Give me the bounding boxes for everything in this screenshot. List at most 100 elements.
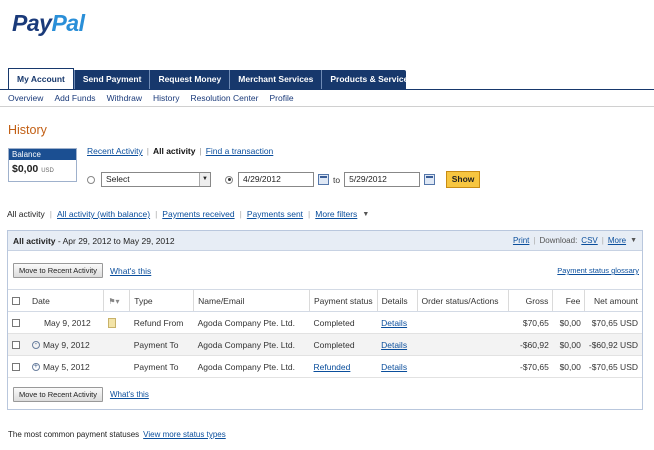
subnav-history[interactable]: History	[153, 93, 179, 103]
view-tabs: Recent Activity | All activity | Find a …	[87, 146, 274, 156]
tab-send-payment[interactable]: Send Payment	[73, 70, 150, 89]
whats-this-link[interactable]: What's this	[110, 266, 151, 276]
paypal-logo[interactable]: PayPal	[12, 10, 85, 37]
subnav-overview[interactable]: Overview	[8, 93, 43, 103]
row-net: $70,65 USD	[584, 311, 642, 334]
col-status[interactable]: Payment status	[309, 289, 378, 312]
balance-label: Balance	[9, 149, 76, 160]
subnav-profile[interactable]: Profile	[270, 93, 294, 103]
whats-this-link[interactable]: What's this	[110, 390, 149, 399]
filter-row: Select ▼ 4/29/2012 to 5/29/2012 Show	[87, 171, 481, 188]
chevron-down-icon[interactable]: ▼	[362, 211, 369, 218]
row-gross: -$70,65	[508, 355, 553, 378]
row-fee: $0,00	[552, 333, 585, 356]
row-checkbox[interactable]	[12, 363, 20, 372]
tab-products-services[interactable]: Products & Services	[321, 70, 421, 89]
row-fee: $0,00	[552, 355, 585, 378]
move-to-recent-button[interactable]: Move to Recent Activity	[13, 263, 103, 278]
table-header-row: Date ⚑▾ Type Name/Email Payment status D…	[8, 289, 642, 312]
chevron-down-icon[interactable]: ▼	[630, 237, 637, 244]
table-row: May 9, 2012 Refund From Agoda Company Pt…	[8, 311, 642, 334]
row-name: Agoda Company Pte. Ltd.	[193, 333, 310, 356]
date-to-input[interactable]: 5/29/2012	[344, 172, 421, 187]
status-glossary-link[interactable]: Payment status glossary	[557, 266, 639, 275]
activity-panel: All activity - Apr 29, 2012 to May 29, 2…	[7, 230, 643, 410]
col-net[interactable]: Net amount	[584, 289, 642, 312]
calendar-icon[interactable]	[424, 174, 436, 185]
common-statuses-line: The most common payment statuses View mor…	[8, 430, 226, 439]
row-net: -$60,92 USD	[584, 333, 642, 356]
row-type: Payment To	[129, 355, 194, 378]
filter-payments-sent[interactable]: Payments sent	[247, 209, 303, 219]
row-checkbox[interactable]	[12, 319, 20, 328]
date-range-radio[interactable]	[225, 175, 233, 184]
row-status: Completed	[309, 311, 378, 334]
row-type: Payment To	[129, 333, 194, 356]
col-name[interactable]: Name/Email	[193, 289, 310, 312]
details-link[interactable]: Details	[381, 340, 407, 350]
recent-activity-link[interactable]: Recent Activity	[87, 146, 143, 156]
subnav-withdraw[interactable]: Withdraw	[107, 93, 142, 103]
col-gross[interactable]: Gross	[508, 289, 553, 312]
plus-icon[interactable]: +	[31, 363, 40, 372]
filter-all-activity[interactable]: All activity	[7, 209, 45, 219]
row-name: Agoda Company Pte. Ltd.	[193, 355, 310, 378]
filter-payments-received[interactable]: Payments received	[162, 209, 234, 219]
tab-request-money[interactable]: Request Money	[149, 70, 229, 89]
row-type: Refund From	[129, 311, 194, 334]
tab-my-account[interactable]: My Account	[8, 68, 74, 89]
view-more-statuses-link[interactable]: View more status types	[143, 430, 226, 439]
col-fee[interactable]: Fee	[552, 289, 585, 312]
calendar-icon[interactable]	[318, 174, 329, 185]
show-button[interactable]: Show	[446, 171, 481, 188]
panel-actions: Print | Download: CSV | More ▼	[512, 236, 637, 245]
select-all-checkbox[interactable]	[12, 297, 20, 306]
row-date: May 5, 2012	[42, 361, 90, 372]
chevron-down-icon: ▼	[199, 173, 210, 186]
balance-box: Balance $0,00 USD	[8, 148, 77, 182]
flag-icon[interactable]: ⚑▾	[108, 297, 119, 306]
filter-all-with-balance[interactable]: All activity (with balance)	[57, 209, 150, 219]
row-status-link[interactable]: Refunded	[314, 362, 351, 372]
more-link[interactable]: More	[608, 236, 626, 245]
sub-navigation: Overview Add Funds Withdraw History Reso…	[0, 89, 654, 107]
panel-toolbar-top: Move to Recent Activity What's this Paym…	[13, 263, 639, 278]
more-filters-link[interactable]: More filters	[315, 209, 357, 219]
transactions-table: Date ⚑▾ Type Name/Email Payment status D…	[8, 289, 642, 378]
find-transaction-link[interactable]: Find a transaction	[206, 146, 274, 156]
table-row: + May 5, 2012 Payment To Agoda Company Pt…	[8, 355, 642, 378]
col-type[interactable]: Type	[129, 289, 194, 312]
print-link[interactable]: Print	[513, 236, 529, 245]
plus-icon[interactable]: -	[31, 341, 40, 350]
row-date: May 9, 2012	[27, 311, 104, 334]
panel-header: All activity - Apr 29, 2012 to May 29, 2…	[8, 231, 642, 251]
main-tabs: My Account Send Payment Request Money Me…	[8, 68, 413, 89]
subnav-resolution-center[interactable]: Resolution Center	[190, 93, 258, 103]
all-activity-tab[interactable]: All activity	[153, 146, 196, 156]
subnav-add-funds[interactable]: Add Funds	[54, 93, 95, 103]
details-link[interactable]: Details	[381, 362, 407, 372]
to-label: to	[333, 174, 341, 185]
activity-filter-tabs: All activity | All activity (with balanc…	[7, 209, 370, 219]
col-order: Order status/Actions	[416, 289, 509, 312]
tab-merchant-services[interactable]: Merchant Services	[229, 70, 321, 89]
page-title: History	[8, 123, 47, 137]
download-label: Download:	[539, 236, 578, 245]
panel-toolbar-bottom: Move to Recent Activity What's this	[13, 387, 149, 402]
row-checkbox[interactable]	[12, 341, 20, 350]
csv-link[interactable]: CSV	[581, 236, 597, 245]
row-status: Completed	[309, 333, 378, 356]
row-gross: $70,65	[508, 311, 553, 334]
row-name: Agoda Company Pte. Ltd.	[193, 311, 310, 334]
note-icon[interactable]	[107, 317, 116, 328]
balance-amount: $0,00 USD	[12, 163, 54, 175]
select-radio[interactable]	[87, 175, 95, 184]
details-link[interactable]: Details	[381, 318, 407, 328]
period-select[interactable]: Select ▼	[101, 172, 211, 187]
col-date[interactable]: Date	[27, 289, 104, 312]
move-to-recent-button[interactable]: Move to Recent Activity	[13, 387, 103, 402]
date-from-input[interactable]: 4/29/2012	[238, 172, 314, 187]
table-row: - May 9, 2012 Payment To Agoda Company Pt…	[8, 333, 642, 356]
panel-title: All activity - Apr 29, 2012 to May 29, 2…	[13, 235, 175, 246]
row-fee: $0,00	[552, 311, 585, 334]
